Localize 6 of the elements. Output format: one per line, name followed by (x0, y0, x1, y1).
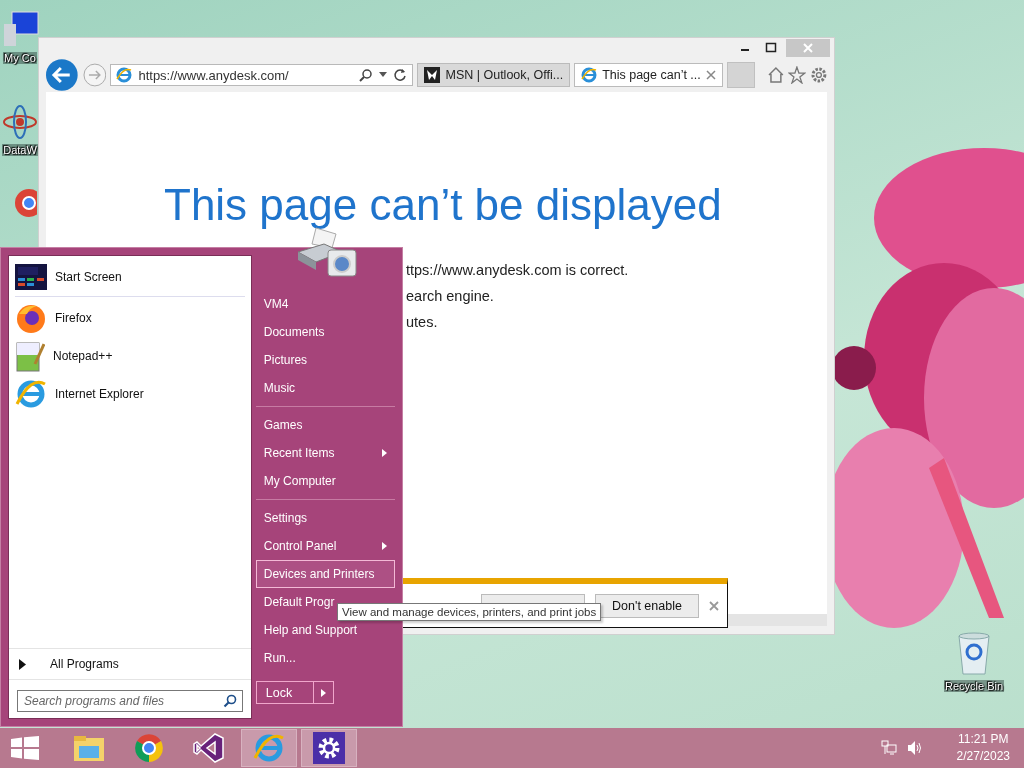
error-text: earch engine. (406, 288, 495, 304)
error-heading: This page can’t be displayed (164, 180, 723, 230)
url-text: https://www.anydesk.com/ (138, 67, 290, 83)
tooltip: View and manage devices, printers, and print jobs (337, 603, 602, 621)
error-text: ttps://www.anydesk.com is correct. (406, 262, 630, 278)
error-text: utes. (406, 314, 439, 330)
